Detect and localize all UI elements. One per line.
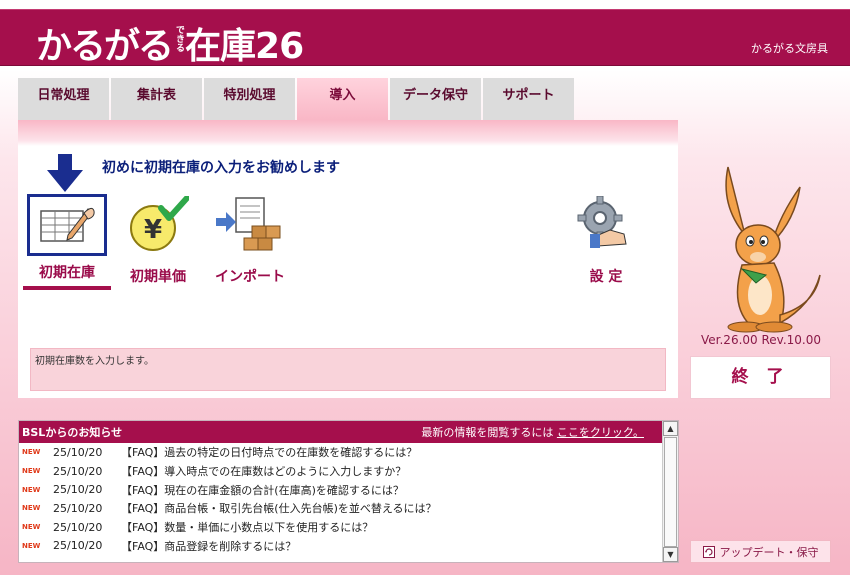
ledger-edit-icon xyxy=(27,194,107,256)
news-date: 25/10/20 xyxy=(53,445,103,459)
news-more-link[interactable]: ここをクリック。 xyxy=(557,426,644,439)
update-maintenance-button[interactable]: アップデート・保守 xyxy=(690,540,831,563)
news-title: BSLからのお知らせ xyxy=(22,426,123,439)
tab-support[interactable]: サポート xyxy=(483,78,574,120)
settings-gear-icon xyxy=(577,195,627,248)
logo-product: 在庫26 xyxy=(185,26,304,67)
refresh-icon xyxy=(702,545,715,558)
news-header: BSLからのお知らせ 最新の情報を閲覧するには ここをクリック。 xyxy=(19,421,662,443)
news-item[interactable]: NEW 25/10/20 【FAQ】導入時点での在庫数はどのように入力しますか？ xyxy=(19,462,678,481)
kangaroo-mascot xyxy=(725,166,821,333)
news-item[interactable]: NEW 25/10/20 【FAQ】数量・単価に小数点以下を使用するには？ xyxy=(19,518,678,537)
news-panel: BSLからのお知らせ 最新の情報を閲覧するには ここをクリック。 NEW 25/… xyxy=(18,420,679,563)
svg-text:¥: ¥ xyxy=(144,215,162,245)
settings-button[interactable]: 設 定 xyxy=(566,195,646,286)
news-date: 25/10/20 xyxy=(53,483,103,497)
app-header: かるがる できる 在庫26 かるがる文房具 xyxy=(0,9,850,69)
news-item[interactable]: NEW 25/10/20 【FAQ】過去の特定の日付時点での在庫数を確認するには… xyxy=(19,443,678,462)
logo-main: かるがる xyxy=(36,26,174,67)
news-scrollbar[interactable]: ▲ ▼ xyxy=(662,421,678,562)
tab-daily[interactable]: 日常処理 xyxy=(18,78,109,120)
initial-stock-label: 初期在庫 xyxy=(39,265,95,281)
new-badge: NEW xyxy=(22,504,41,513)
initial-price-button[interactable]: ¥ 初期単価 xyxy=(119,195,197,286)
news-date: 25/10/20 xyxy=(53,501,103,515)
intro-message: 初めに初期在庫の入力をお勧めします xyxy=(102,160,340,176)
logo-small: できる xyxy=(174,25,185,52)
scroll-thumb[interactable] xyxy=(664,437,677,547)
new-badge: NEW xyxy=(22,448,41,457)
tab-setup[interactable]: 導入 xyxy=(297,78,388,120)
news-date: 25/10/20 xyxy=(53,539,103,553)
new-badge: NEW xyxy=(22,467,41,476)
selected-indicator xyxy=(23,286,111,290)
news-text[interactable]: 【FAQ】商品台帳・取引先台帳(仕入先台帳)を並べ替えるには？ xyxy=(117,500,437,516)
news-item[interactable]: NEW 25/10/20 【FAQ】現在の在庫金額の合計(在庫高)を確認するには… xyxy=(19,480,678,499)
version-label: Ver.26.00 Rev.10.00 xyxy=(701,333,821,347)
tab-summary[interactable]: 集計表 xyxy=(111,78,202,120)
exit-button[interactable]: 終 了 xyxy=(690,356,831,399)
news-text[interactable]: 【FAQ】現在の在庫金額の合計(在庫高)を確認するには？ xyxy=(117,482,404,498)
main-panel: 初めに初期在庫の入力をお勧めします 初期在庫 ¥ 初期単価 インポート 設 定 … xyxy=(18,120,678,398)
scroll-up-icon[interactable]: ▲ xyxy=(663,421,678,436)
news-list: NEW 25/10/20 【FAQ】過去の特定の日付時点での在庫数を確認するには… xyxy=(19,443,678,555)
news-text[interactable]: 【FAQ】商品登録を削除するには？ xyxy=(117,538,296,554)
tab-data-maintenance[interactable]: データ保守 xyxy=(390,78,481,120)
update-label: アップデート・保守 xyxy=(719,545,819,559)
tab-special[interactable]: 特別処理 xyxy=(204,78,295,120)
function-description: 初期在庫数を入力します。 xyxy=(30,348,666,391)
news-link-area: 最新の情報を閲覧するには ここをクリック。 xyxy=(421,424,644,440)
initial-price-label: 初期単価 xyxy=(130,269,186,285)
import-button[interactable]: インポート xyxy=(210,196,290,286)
main-tabs: 日常処理 集計表 特別処理 導入 データ保守 サポート xyxy=(18,78,576,120)
new-badge: NEW xyxy=(22,523,41,532)
initial-stock-button[interactable]: 初期在庫 xyxy=(23,194,111,290)
yen-check-icon: ¥ xyxy=(130,195,190,251)
down-arrow-icon xyxy=(47,154,83,192)
panel-gradient xyxy=(18,120,678,146)
news-item[interactable]: NEW 25/10/20 【FAQ】商品登録を削除するには？ xyxy=(19,536,678,555)
new-badge: NEW xyxy=(22,485,41,494)
news-text[interactable]: 【FAQ】過去の特定の日付時点での在庫数を確認するには？ xyxy=(117,444,417,460)
settings-label: 設 定 xyxy=(589,269,623,285)
import-label: インポート xyxy=(215,269,285,285)
import-boxes-icon xyxy=(216,197,281,251)
news-date: 25/10/20 xyxy=(53,520,103,534)
news-link-prefix: 最新の情報を閲覧するには xyxy=(421,426,554,439)
brand-name: かるがる文房具 xyxy=(751,42,828,55)
new-badge: NEW xyxy=(22,541,41,550)
news-text[interactable]: 【FAQ】導入時点での在庫数はどのように入力しますか？ xyxy=(117,463,406,479)
app-logo: かるがる できる 在庫26 xyxy=(36,17,304,69)
news-text[interactable]: 【FAQ】数量・単価に小数点以下を使用するには？ xyxy=(117,519,373,535)
news-item[interactable]: NEW 25/10/20 【FAQ】商品台帳・取引先台帳(仕入先台帳)を並べ替え… xyxy=(19,499,678,518)
news-date: 25/10/20 xyxy=(53,464,103,478)
scroll-down-icon[interactable]: ▼ xyxy=(663,547,678,562)
